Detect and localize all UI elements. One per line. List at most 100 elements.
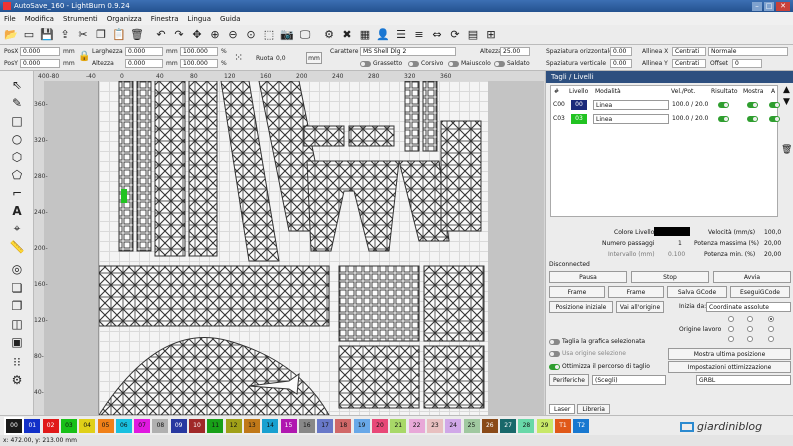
devices-button[interactable]: Periferiche [549, 374, 589, 386]
output-toggle[interactable] [718, 113, 731, 124]
passes-input[interactable]: 1 [678, 240, 682, 247]
optimization-settings-button[interactable]: Impostazioni ottimizzazione [668, 361, 791, 373]
position-icon[interactable]: ⌖ [8, 220, 26, 237]
layer-swatch[interactable]: 03 [571, 114, 587, 124]
close-button[interactable]: ✕ [776, 1, 790, 11]
menu-tools[interactable]: Strumenti [63, 15, 98, 23]
zoom-fit-icon[interactable]: ⊙ [243, 27, 259, 43]
text-mode-select[interactable]: Normale [708, 47, 788, 56]
palette-color-T2[interactable]: T2 [573, 419, 590, 433]
gear-icon[interactable]: ⚙ [8, 371, 26, 388]
frame-icon[interactable]: ⬚ [261, 27, 277, 43]
scale-height-input[interactable]: 100.000 [180, 59, 218, 68]
tower-part[interactable] [118, 80, 134, 252]
origin-radio[interactable] [728, 326, 734, 332]
palette-color-03[interactable]: 03 [60, 419, 77, 433]
table-row[interactable]: C00 00 Linea 100.0 / 20.0 [551, 99, 780, 112]
origin-radio[interactable] [747, 336, 753, 342]
move-icon[interactable]: ✥ [189, 27, 205, 43]
rectangle-icon[interactable]: □ [8, 112, 26, 129]
mode-select[interactable]: Linea [593, 114, 669, 124]
tower-part[interactable] [348, 125, 395, 147]
palette-color-14[interactable]: 14 [262, 419, 279, 433]
palette-color-04[interactable]: 04 [79, 419, 96, 433]
origin-radio[interactable] [768, 326, 774, 332]
table-row[interactable]: C03 03 Linea 100.0 / 20.0 [551, 113, 780, 126]
folder-icon[interactable]: ▭ [21, 27, 37, 43]
save-icon[interactable]: 💾 [39, 27, 55, 43]
palette-color-27[interactable]: 27 [500, 419, 517, 433]
max-power-input[interactable]: 20,00 [764, 240, 781, 247]
tower-part[interactable] [338, 265, 420, 342]
show-last-position-button[interactable]: Mostra ultima posizione [668, 348, 791, 360]
palette-color-18[interactable]: 18 [335, 419, 352, 433]
distribute-icon[interactable]: ≡ [411, 27, 427, 43]
aligny-select[interactable]: Centrati [672, 59, 706, 68]
save-gcode-button[interactable]: Salva GCode [667, 286, 727, 298]
controller-select[interactable]: GRBL [696, 375, 791, 385]
tab-library[interactable]: Libreria [577, 404, 610, 414]
ellipse-icon[interactable]: ○ [8, 130, 26, 147]
subtract-icon[interactable]: ◫ [8, 315, 26, 332]
palette-color-24[interactable]: 24 [445, 419, 462, 433]
origin-radio[interactable] [728, 316, 734, 322]
settings-icon[interactable]: ⚙ [321, 27, 337, 43]
redo-icon[interactable]: ↷ [171, 27, 187, 43]
goto-origin-button[interactable]: Vai all'origine [616, 301, 664, 313]
posy-input[interactable]: 0.000 [20, 59, 60, 68]
tower-part[interactable] [188, 80, 218, 257]
palette-color-09[interactable]: 09 [170, 419, 187, 433]
speed-input[interactable]: 100,0 [764, 229, 781, 236]
frame-circle-button[interactable]: Frame [608, 286, 664, 298]
run-gcode-button[interactable]: EseguiGCode [730, 286, 790, 298]
mode-select[interactable]: Linea [593, 100, 669, 110]
minimize-button[interactable]: – [752, 1, 762, 11]
palette-color-23[interactable]: 23 [426, 419, 443, 433]
open-icon[interactable]: 📂 [3, 27, 19, 43]
edit-nodes-icon[interactable]: ⬠ [8, 166, 26, 183]
min-power-input[interactable]: 20,00 [764, 251, 781, 258]
move-down-icon[interactable]: ▼ [781, 97, 792, 108]
posx-input[interactable]: 0.000 [20, 47, 60, 56]
origin-radio[interactable] [747, 326, 753, 332]
menu-file[interactable]: File [4, 15, 16, 23]
polygon-icon[interactable]: ⬡ [8, 148, 26, 165]
show-toggle[interactable] [747, 113, 760, 124]
anchor-grid-icon[interactable]: ⁙ [234, 51, 243, 64]
delete-icon[interactable]: 🗑 [129, 27, 145, 43]
alignx-select[interactable]: Centrati [672, 47, 706, 56]
tower-part[interactable] [303, 125, 345, 147]
stop-button[interactable]: Stop [631, 271, 709, 283]
work-area[interactable] [98, 80, 489, 415]
hspace-input[interactable]: 0.00 [610, 47, 632, 56]
boolean-icon[interactable]: ❐ [8, 297, 26, 314]
use-origin-toggle[interactable]: Usa origine selezione [549, 350, 626, 357]
start-from-select[interactable]: Coordinate assolute [706, 302, 791, 312]
rotate-value[interactable]: 0,0 [276, 55, 286, 62]
tab-laser[interactable]: Laser [549, 404, 576, 414]
tower-part[interactable] [98, 337, 330, 415]
offset-input[interactable]: 0 [732, 59, 762, 68]
layer-swatch[interactable]: 00 [571, 100, 587, 110]
interval-input[interactable]: 0.100 [668, 251, 685, 258]
lock-icon[interactable]: 🔒 [78, 51, 90, 62]
palette-color-20[interactable]: 20 [372, 419, 388, 433]
scale-width-input[interactable]: 100.000 [180, 47, 218, 56]
optimize-toggle[interactable]: Ottimizza il percorso di taglio [549, 363, 650, 370]
rotate-icon[interactable]: ⟳ [447, 27, 463, 43]
mirror-icon[interactable]: ⇔ [429, 27, 445, 43]
font-select[interactable]: MS Shell Dlg 2 [360, 47, 456, 56]
tower-part[interactable] [136, 80, 152, 252]
tower-part[interactable] [98, 265, 330, 327]
design-canvas[interactable]: 400-80 -40 0 40 80 120 160 200 240 280 3… [34, 71, 544, 415]
eiffel-tower-parts[interactable] [98, 80, 489, 415]
palette-color-21[interactable]: 21 [390, 419, 407, 433]
menu-arrange[interactable]: Organizza [107, 15, 142, 23]
tower-part[interactable] [423, 345, 485, 409]
device-select[interactable]: (Scegli) [592, 375, 666, 385]
maximize-button[interactable]: □ [764, 1, 774, 11]
palette-color-17[interactable]: 17 [317, 419, 334, 433]
menu-language[interactable]: Lingua [188, 15, 211, 23]
palette-color-15[interactable]: 15 [280, 419, 297, 433]
palette-color-11[interactable]: 11 [207, 419, 224, 433]
